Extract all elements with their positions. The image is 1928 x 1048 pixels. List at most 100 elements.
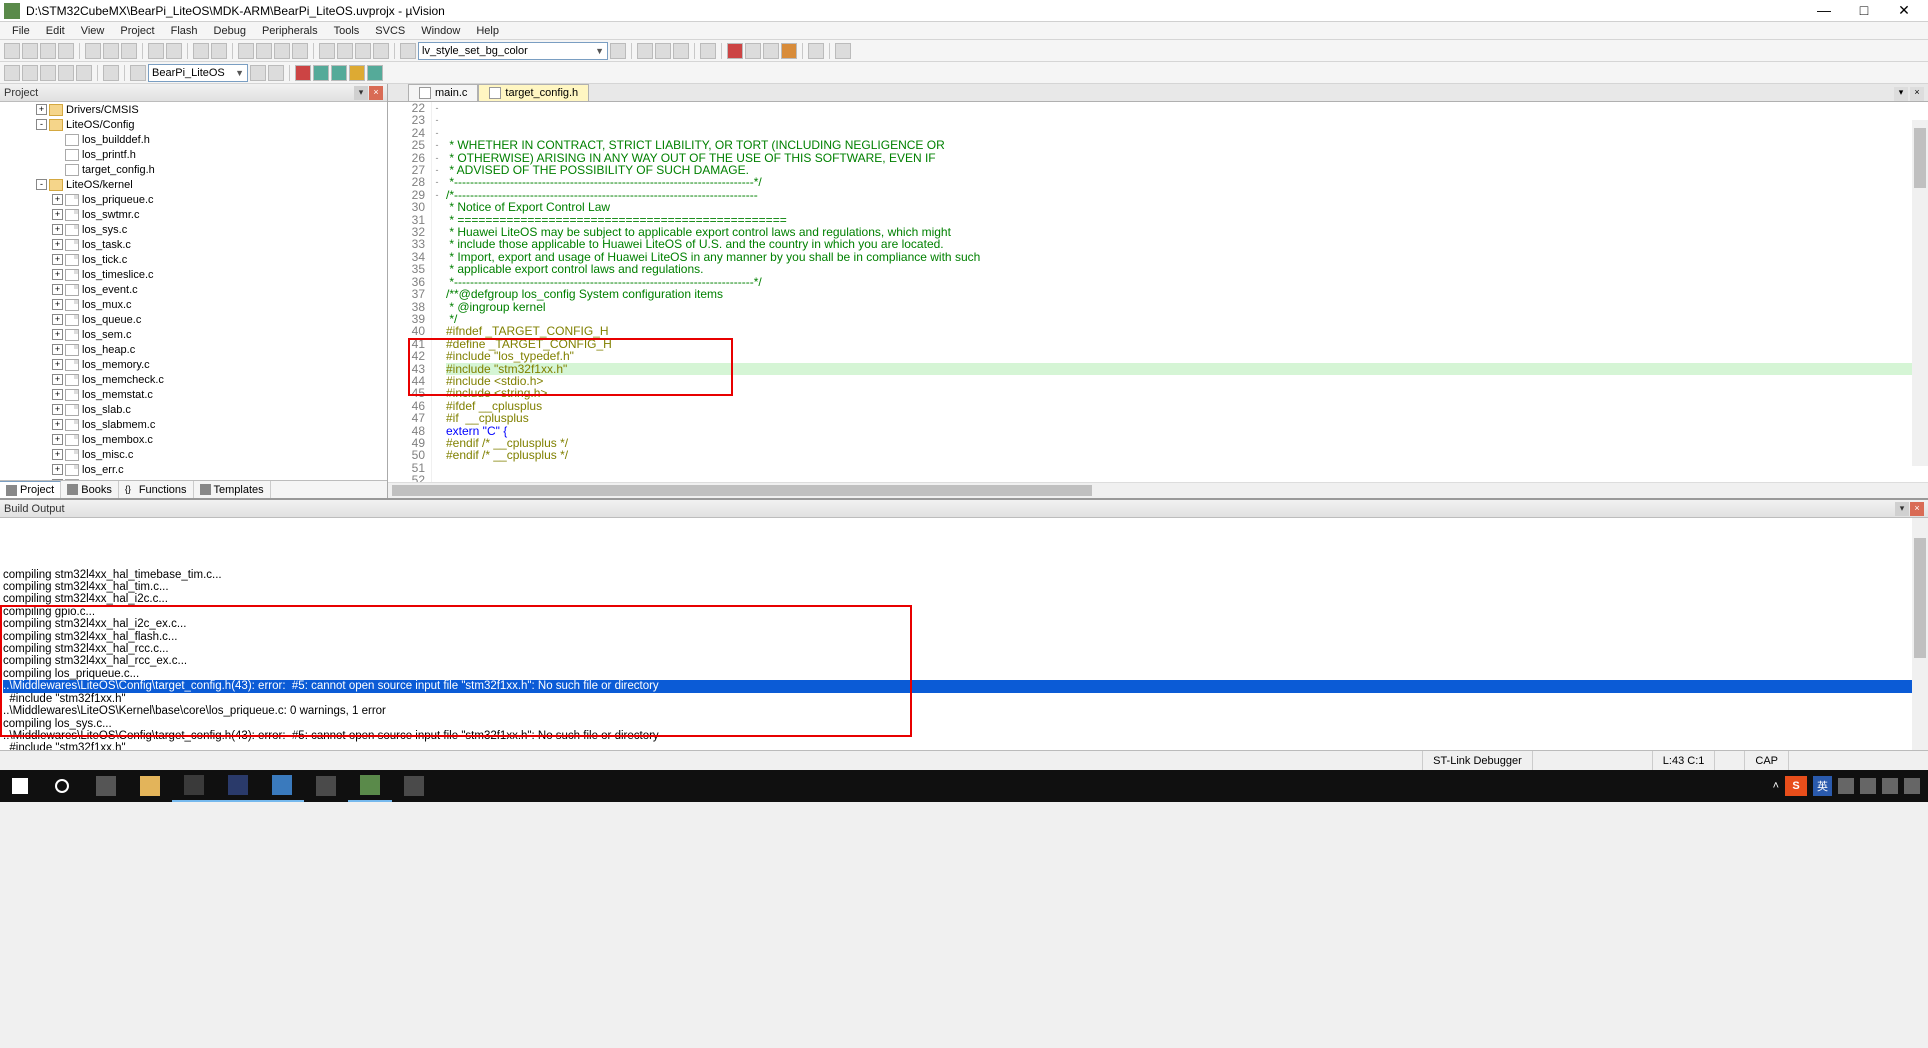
record-icon[interactable] xyxy=(727,43,743,59)
bookmark-next-icon[interactable] xyxy=(274,43,290,59)
taskbar-app-6[interactable] xyxy=(392,770,436,802)
menu-peripherals[interactable]: Peripherals xyxy=(254,25,326,37)
menu-edit[interactable]: Edit xyxy=(38,25,73,37)
tree-node[interactable]: +los_err.c xyxy=(0,462,387,477)
trace-icon[interactable] xyxy=(763,43,779,59)
bookmark-prev-icon[interactable] xyxy=(256,43,272,59)
panel-pin-icon[interactable]: ▾ xyxy=(354,86,368,100)
batch-build-icon[interactable] xyxy=(58,65,74,81)
undo-icon[interactable] xyxy=(148,43,164,59)
translate-icon[interactable] xyxy=(4,65,20,81)
tree-node[interactable]: +los_event.c xyxy=(0,282,387,297)
tree-node[interactable]: +los_swtmr.c xyxy=(0,207,387,222)
nav-fwd-icon[interactable] xyxy=(211,43,227,59)
editor-dropdown-icon[interactable]: ▾ xyxy=(1894,87,1908,101)
paste-icon[interactable] xyxy=(121,43,137,59)
zoom-icon[interactable] xyxy=(700,43,716,59)
analyzer-icon[interactable] xyxy=(745,43,761,59)
close-button[interactable]: ✕ xyxy=(1892,2,1916,19)
menu-view[interactable]: View xyxy=(73,25,113,37)
tree-node[interactable]: target_config.h xyxy=(0,162,387,177)
redo-icon[interactable] xyxy=(166,43,182,59)
tools-icon[interactable] xyxy=(835,43,851,59)
target-combo[interactable]: BearPi_LiteOS▼ xyxy=(148,64,248,82)
taskbar-app-2[interactable] xyxy=(216,770,260,802)
tab-functions[interactable]: {}Functions xyxy=(119,481,194,498)
tree-node[interactable]: +los_sys.c xyxy=(0,222,387,237)
tree-node[interactable]: +los_sem.c xyxy=(0,327,387,342)
tree-node[interactable]: +los_memstat.c xyxy=(0,387,387,402)
outdent-icon[interactable] xyxy=(337,43,353,59)
project-tree[interactable]: +Drivers/CMSIS-LiteOS/Configlos_builddef… xyxy=(0,102,387,480)
editor-scrollbar-vertical[interactable] xyxy=(1912,120,1928,466)
tray-icon-2[interactable] xyxy=(1860,778,1876,794)
maximize-button[interactable]: □ xyxy=(1852,2,1876,19)
save-icon[interactable] xyxy=(40,43,56,59)
tab-templates[interactable]: Templates xyxy=(194,481,271,498)
tree-node[interactable]: los_printf.h xyxy=(0,147,387,162)
cut-icon[interactable] xyxy=(85,43,101,59)
tree-node[interactable]: +los_priqueue.c xyxy=(0,192,387,207)
tree-node[interactable]: los_builddef.h xyxy=(0,132,387,147)
tree-node[interactable]: +Drivers/CMSIS xyxy=(0,102,387,117)
start-button[interactable] xyxy=(0,770,40,802)
menu-file[interactable]: File xyxy=(4,25,38,37)
tree-node[interactable]: +los_tick.c xyxy=(0,252,387,267)
indent-icon[interactable] xyxy=(319,43,335,59)
tree-node[interactable]: -LiteOS/kernel xyxy=(0,177,387,192)
debug-start-icon[interactable] xyxy=(637,43,653,59)
stop-build-icon[interactable] xyxy=(76,65,92,81)
nav-back-icon[interactable] xyxy=(193,43,209,59)
tab-books[interactable]: Books xyxy=(61,481,119,498)
tree-node[interactable]: +los_timeslice.c xyxy=(0,267,387,282)
tree-node[interactable]: +los_misc.c xyxy=(0,447,387,462)
ime-lang[interactable]: 英 xyxy=(1813,776,1832,796)
taskbar-app-1[interactable] xyxy=(172,770,216,802)
build-output-text[interactable]: compiling stm32l4xx_hal_timebase_tim.c..… xyxy=(0,518,1928,750)
save-all-icon[interactable] xyxy=(58,43,74,59)
taskbar-explorer[interactable] xyxy=(128,770,172,802)
manage-project-icon[interactable] xyxy=(331,65,347,81)
taskbar-search[interactable] xyxy=(40,770,84,802)
uncomment-icon[interactable] xyxy=(373,43,389,59)
tray-chevron-icon[interactable]: ˄ xyxy=(1773,780,1779,792)
target-options-icon[interactable] xyxy=(130,65,146,81)
bookmark-clear-icon[interactable] xyxy=(292,43,308,59)
build-scrollbar-vertical[interactable] xyxy=(1912,518,1928,750)
panel-close-icon[interactable]: × xyxy=(369,86,383,100)
bookmark-icon[interactable] xyxy=(238,43,254,59)
tree-node[interactable]: +los_slab.c xyxy=(0,402,387,417)
tree-node[interactable]: +los_membox.c xyxy=(0,432,387,447)
menu-help[interactable]: Help xyxy=(468,25,507,37)
tree-node[interactable]: +los_heap.c xyxy=(0,342,387,357)
menu-svcs[interactable]: SVCS xyxy=(367,25,413,37)
rebuild-icon[interactable] xyxy=(40,65,56,81)
new-icon[interactable] xyxy=(4,43,20,59)
breakpoint-disable-icon[interactable] xyxy=(673,43,689,59)
menu-flash[interactable]: Flash xyxy=(163,25,206,37)
select-pack-icon[interactable] xyxy=(349,65,365,81)
tree-node[interactable]: +los_memory.c xyxy=(0,357,387,372)
menu-debug[interactable]: Debug xyxy=(206,25,254,37)
find-combo[interactable]: lv_style_set_bg_color▼ xyxy=(418,42,608,60)
breakpoint-icon[interactable] xyxy=(655,43,671,59)
options-icon[interactable] xyxy=(250,65,266,81)
menu-window[interactable]: Window xyxy=(413,25,468,37)
tree-node[interactable]: +los_slabmem.c xyxy=(0,417,387,432)
editor-tab-target-config[interactable]: target_config.h xyxy=(478,84,589,101)
tree-node[interactable]: +los_queue.c xyxy=(0,312,387,327)
open-icon[interactable] xyxy=(22,43,38,59)
tray-volume-icon[interactable] xyxy=(1904,778,1920,794)
build-icon[interactable] xyxy=(22,65,38,81)
editor-close-icon[interactable]: × xyxy=(1910,87,1924,101)
menu-tools[interactable]: Tools xyxy=(326,25,368,37)
editor-tab-main[interactable]: main.c xyxy=(408,84,478,101)
build-pin-icon[interactable]: ▾ xyxy=(1895,502,1909,516)
tab-project[interactable]: Project xyxy=(0,481,61,498)
pack-installer-icon[interactable] xyxy=(313,65,329,81)
menu-project[interactable]: Project xyxy=(112,25,162,37)
ime-indicator[interactable]: S xyxy=(1785,776,1807,796)
tray-icon-1[interactable] xyxy=(1838,778,1854,794)
find-icon[interactable] xyxy=(400,43,416,59)
comment-icon[interactable] xyxy=(355,43,371,59)
